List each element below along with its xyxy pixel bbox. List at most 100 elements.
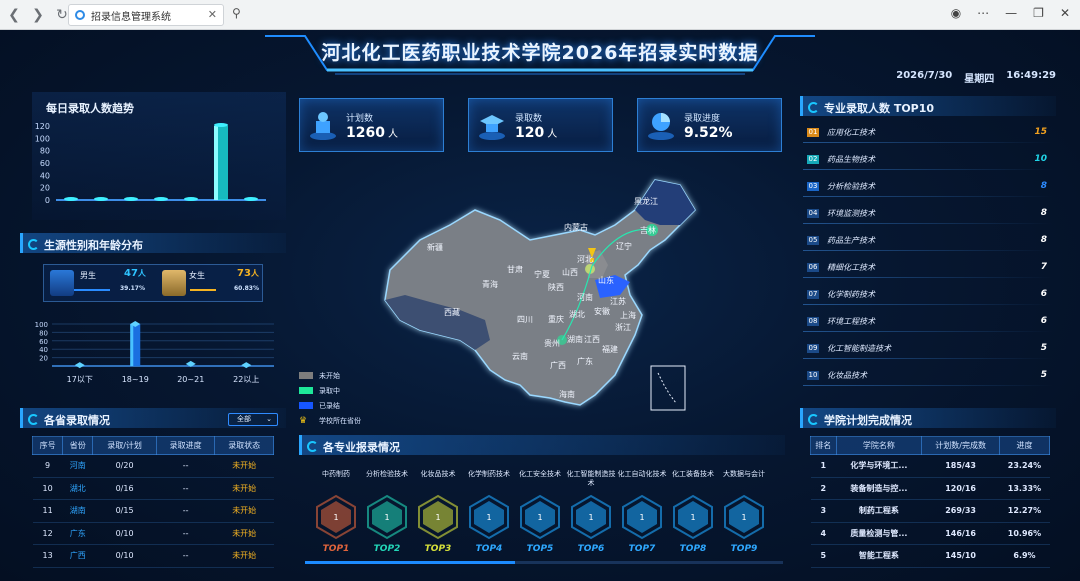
map-province-label[interactable]: 江苏 — [610, 296, 626, 306]
graduation-cap-icon — [479, 115, 505, 140]
map-province-label[interactable]: 江西 — [584, 335, 600, 344]
minimize-icon[interactable]: — — [1005, 6, 1017, 20]
x-tick-label: 07-25 — [89, 211, 112, 212]
major-hexagon[interactable]: 1 — [670, 494, 716, 544]
age-chart: 10080604020 17以下 18~19 20~21 22以上 — [35, 321, 274, 384]
map-province-label[interactable]: 福建 — [602, 344, 618, 354]
map-province-label[interactable]: 宁夏 — [534, 269, 550, 279]
major-hexagon[interactable]: 1 — [364, 494, 410, 544]
table-row[interactable]: 1 化学与环境工... 185/43 23.24% — [810, 454, 1050, 478]
map-province-label[interactable]: 安徽 — [594, 306, 610, 316]
table-row[interactable]: 3 制药工程系 269/33 12.27% — [810, 499, 1050, 523]
map-province-label[interactable]: 河南 — [577, 292, 593, 302]
province-col-header: 序号 — [31, 436, 64, 455]
restore-icon[interactable]: ❐ — [1033, 6, 1044, 20]
major-hexagon[interactable]: 1 — [517, 494, 563, 544]
map-province-label[interactable]: 贵州 — [544, 338, 560, 348]
forward-icon[interactable]: ❯ — [28, 5, 48, 25]
table-row[interactable]: 13 广西 0/10 -- 未开始 — [32, 544, 274, 568]
province-cell-no: 13 — [32, 544, 63, 568]
major-hexagon[interactable]: 1 — [415, 494, 461, 544]
map-province-label[interactable]: 四川 — [517, 315, 533, 324]
list-item[interactable]: 02 药品生物技术 10 — [803, 148, 1053, 170]
table-row[interactable]: 4 质量检测与管... 146/16 10.96% — [810, 522, 1050, 545]
map-province-label[interactable]: 西藏 — [444, 307, 460, 317]
province-cell-name: 河南 — [62, 454, 93, 478]
back-icon[interactable]: ❮ — [4, 5, 24, 25]
table-row[interactable]: 9 河南 0/20 -- 未开始 — [32, 454, 274, 478]
list-item[interactable]: 06 精细化工技术 7 — [803, 256, 1053, 278]
major-hexagon[interactable]: 1 — [466, 494, 512, 544]
map-province-label[interactable]: 新疆 — [427, 242, 443, 252]
map-province-label[interactable]: 河北 — [577, 254, 593, 264]
close-tab-icon[interactable]: ✕ — [208, 8, 217, 21]
major-name: 化工安全技术 — [519, 470, 561, 478]
list-item[interactable]: 01 应用化工技术 15 — [803, 121, 1053, 143]
x-tick-label: 18~19 — [122, 375, 149, 384]
map-province-label[interactable]: 山东 — [598, 275, 614, 285]
list-item[interactable]: 07 化学制药技术 6 — [803, 283, 1053, 305]
table-row[interactable]: 11 湖南 0/15 -- 未开始 — [32, 499, 274, 523]
date-text: 2026/7/30 — [896, 70, 953, 81]
map-province-label[interactable]: 甘肃 — [507, 264, 523, 274]
kpi-plan-unit: 人 — [387, 129, 398, 140]
table-row[interactable]: 5 智能工程系 145/10 6.9% — [810, 544, 1050, 568]
legend-label: 已录结 — [319, 401, 340, 410]
major-name: 中药制药 — [322, 470, 350, 478]
map-province-label[interactable]: 上海 — [620, 310, 636, 320]
map-province-label[interactable]: 内蒙古 — [564, 222, 588, 232]
map-province-label[interactable]: 黑龙江 — [634, 196, 658, 206]
close-window-icon[interactable]: ✕ — [1060, 6, 1070, 20]
map-province-label[interactable]: 湖北 — [569, 310, 585, 319]
kpi-plan-number: 1260 — [346, 125, 385, 141]
male-bar — [74, 289, 110, 291]
major-name: 药品生物技术 — [827, 154, 875, 164]
major-hexagon[interactable]: 1 — [568, 494, 614, 544]
daily-bar-highlight — [214, 126, 218, 200]
map-province-label[interactable]: 吉林 — [640, 225, 656, 235]
province-filter-select[interactable]: 全部 ⌄ — [228, 413, 278, 426]
more-icon[interactable]: ⋯ — [977, 6, 989, 20]
list-item[interactable]: 05 药品生产技术 8 — [803, 229, 1053, 251]
map-province-label[interactable]: 广西 — [550, 360, 566, 370]
svg-text:1: 1 — [486, 513, 491, 522]
map-province-label[interactable]: 云南 — [512, 351, 528, 361]
table-row[interactable]: 10 湖北 0/16 -- 未开始 — [32, 477, 274, 500]
map-province-label[interactable]: 重庆 — [548, 314, 564, 324]
province-cell-progress: -- — [156, 499, 215, 523]
kpi-admit-label: 录取数 — [515, 114, 543, 124]
major-hexagon[interactable]: 1 — [313, 494, 359, 544]
row-divider — [803, 169, 1053, 170]
list-item[interactable]: 09 化工智能制造技术 5 — [803, 337, 1053, 359]
map-province-label[interactable]: 海南 — [559, 389, 575, 399]
table-row[interactable]: 2 装备制造与控... 120/16 13.33% — [810, 477, 1050, 500]
province-cell-no: 11 — [32, 499, 63, 523]
svg-text:1: 1 — [588, 513, 593, 522]
majors-scrollbar-thumb[interactable] — [305, 561, 515, 564]
major-rank-label: TOP3 — [424, 544, 452, 554]
globe-icon[interactable]: ◉ — [951, 6, 961, 20]
map-province-label[interactable]: 浙江 — [615, 322, 631, 332]
major-name: 化学制药技术 — [468, 470, 510, 478]
list-item[interactable]: 03 分析检验技术 8 — [803, 175, 1053, 197]
map-province-label[interactable]: 辽宁 — [616, 241, 632, 251]
map-province-label[interactable]: 青海 — [482, 279, 498, 289]
rank-badge: 01 — [807, 127, 819, 137]
map-province-label[interactable]: 山西 — [562, 267, 578, 277]
map-province-label[interactable]: 陕西 — [548, 282, 564, 292]
list-item[interactable]: 08 环境工程技术 6 — [803, 310, 1053, 332]
major-hexagon[interactable]: 1 — [721, 494, 767, 544]
map-province-label[interactable]: 湖南 — [567, 334, 583, 344]
list-item[interactable]: 04 环境监测技术 8 — [803, 202, 1053, 224]
major-rank-label: TOP8 — [679, 544, 707, 554]
male-value: 47 — [124, 268, 138, 279]
search-icon[interactable]: ⚲ — [232, 6, 241, 20]
table-row[interactable]: 12 广东 0/10 -- 未开始 — [32, 522, 274, 545]
chevron-down-icon: ⌄ — [266, 415, 272, 423]
major-hexagon[interactable]: 1 — [619, 494, 665, 544]
browser-tab[interactable]: 招录信息管理系统 ✕ — [68, 4, 224, 26]
list-item[interactable]: 10 化妆品技术 5 — [803, 364, 1053, 386]
map-province-label[interactable]: 广东 — [577, 356, 593, 366]
female-label: 女生 — [189, 271, 205, 280]
majors-scrollbar[interactable] — [305, 561, 783, 564]
